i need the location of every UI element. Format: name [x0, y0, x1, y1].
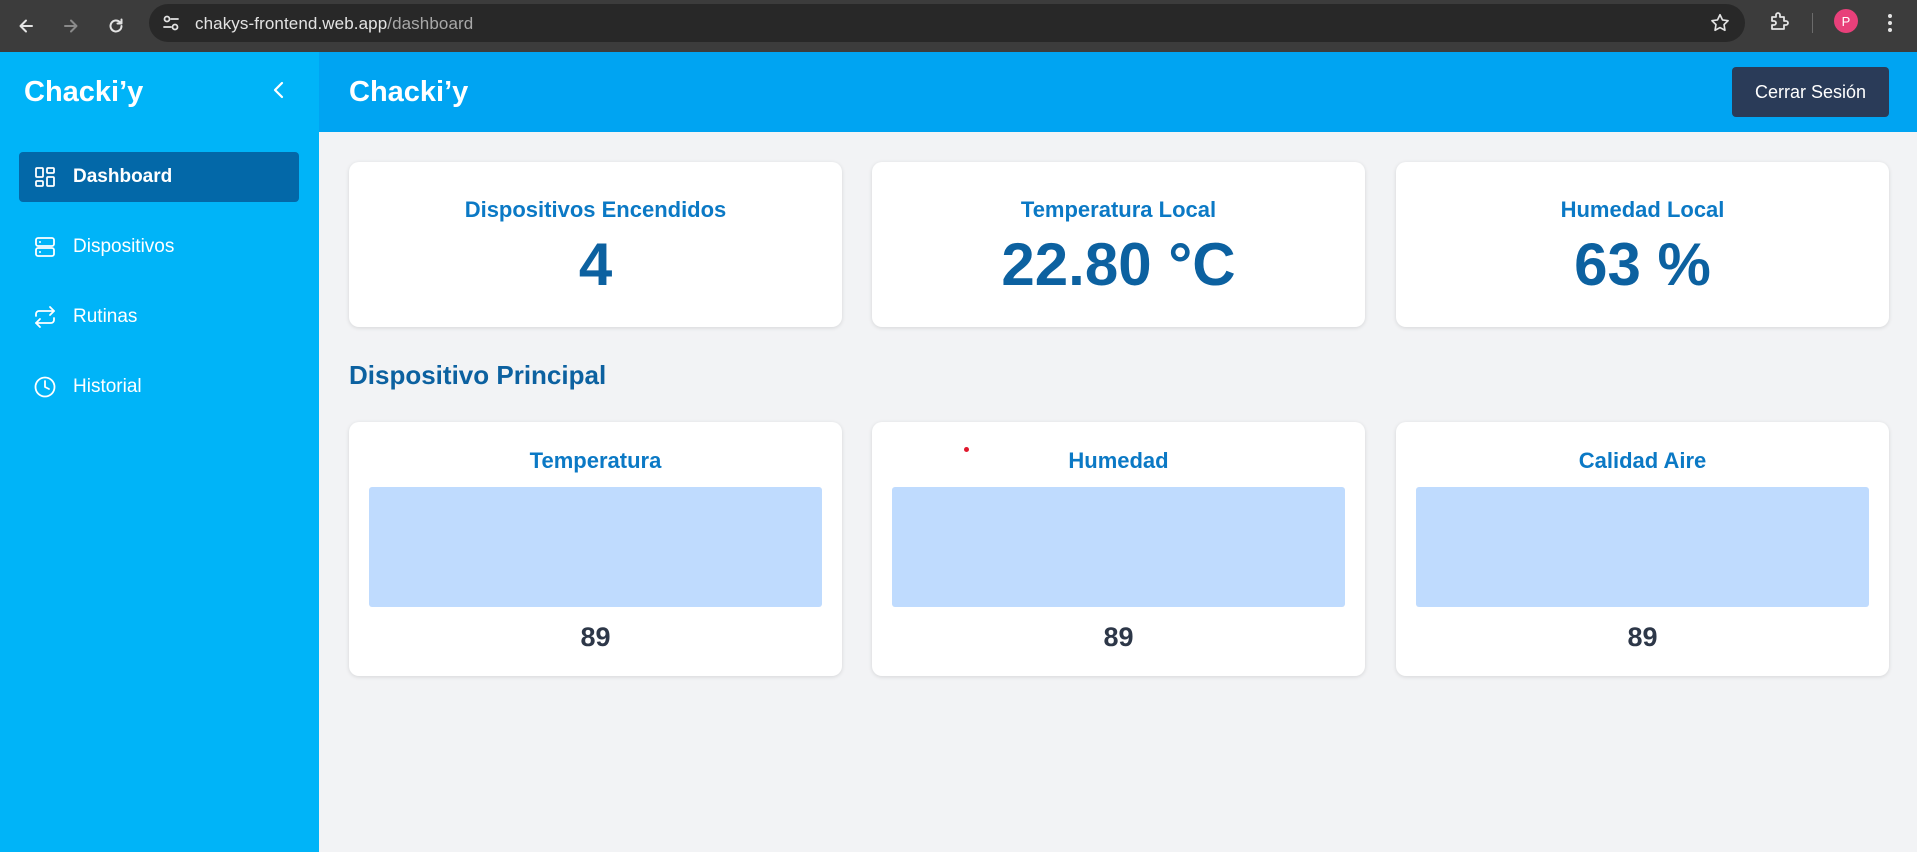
stat-card-dispositivos-encendidos: Dispositivos Encendidos 4: [349, 162, 842, 327]
sidebar-item-historial[interactable]: Historial: [19, 362, 299, 412]
sidebar-brand: Chacki’y: [24, 76, 144, 108]
repeat-icon: [35, 306, 55, 328]
top-header: Chacki’y Cerrar Sesión: [319, 52, 1917, 132]
sidebar: Chacki’y Dashboard Dispositivos Rutinas: [0, 52, 319, 852]
stat-value: 4: [578, 231, 613, 298]
device-card-value: 89: [1103, 622, 1134, 652]
browser-toolbar: chakys-frontend.web.app/dashboard P: [0, 0, 1917, 52]
back-icon: [19, 19, 33, 33]
stat-title: Temperatura Local: [1020, 197, 1217, 222]
sidebar-item-label: Dashboard: [73, 166, 173, 187]
device-card-humedad: Humedad 89: [872, 422, 1365, 676]
stat-card-humedad-local: Humedad Local 63 %: [1396, 162, 1889, 327]
logout-button[interactable]: Cerrar Sesión: [1732, 67, 1889, 117]
stat-value: 63 %: [1574, 231, 1711, 298]
sidebar-item-label: Historial: [73, 376, 142, 397]
stat-value: 22.80 °C: [1001, 231, 1236, 298]
server-icon: [35, 237, 55, 257]
device-chart-placeholder: [892, 487, 1345, 607]
section-title-dispositivo-principal: Dispositivo Principal: [349, 360, 607, 390]
stat-card-temperatura-local: Temperatura Local 22.80 °C: [872, 162, 1365, 327]
dashboard-icon: [35, 167, 55, 187]
page-title: Chacki’y: [349, 76, 469, 108]
stat-title: Humedad Local: [1560, 197, 1725, 222]
url-host: chakys-frontend.web.app: [195, 14, 388, 33]
sidebar-item-dashboard[interactable]: Dashboard: [19, 152, 299, 202]
clock-icon: [34, 376, 56, 398]
url-text: chakys-frontend.web.app/dashboard: [195, 14, 473, 34]
forward-button[interactable]: [53, 8, 89, 44]
device-card-title: Temperatura: [529, 448, 662, 473]
sidebar-item-dispositivos[interactable]: Dispositivos: [19, 222, 299, 272]
toolbar-divider: [1812, 13, 1813, 33]
device-chart-placeholder: [1416, 487, 1869, 607]
device-card-value: 89: [1627, 622, 1658, 652]
cursor-marker: [964, 447, 969, 452]
stat-title: Dispositivos Encendidos: [464, 197, 727, 222]
url-path: /dashboard: [387, 14, 474, 33]
sidebar-item-label: Rutinas: [73, 306, 138, 327]
chevron-left-icon[interactable]: [268, 79, 290, 101]
forward-icon: [64, 19, 78, 33]
back-button[interactable]: [8, 8, 44, 44]
extensions-icon[interactable]: [1767, 9, 1791, 33]
device-card-value: 89: [580, 622, 611, 652]
device-card-calidad-aire: Calidad Aire 89: [1396, 422, 1889, 676]
site-info-icon[interactable]: [161, 13, 181, 33]
address-bar[interactable]: chakys-frontend.web.app/dashboard: [149, 4, 1745, 42]
device-card-title: Humedad: [1068, 448, 1169, 473]
profile-avatar[interactable]: P: [1834, 9, 1858, 33]
star-icon[interactable]: [1709, 12, 1731, 34]
device-chart-placeholder: [369, 487, 822, 607]
reload-button[interactable]: [98, 8, 134, 44]
sidebar-item-rutinas[interactable]: Rutinas: [19, 292, 299, 342]
device-card-temperatura: Temperatura 89: [349, 422, 842, 676]
sidebar-item-label: Dispositivos: [73, 236, 175, 257]
device-card-title: Calidad Aire: [1578, 448, 1707, 473]
reload-icon: [109, 18, 123, 33]
menu-icon[interactable]: [1880, 12, 1900, 34]
